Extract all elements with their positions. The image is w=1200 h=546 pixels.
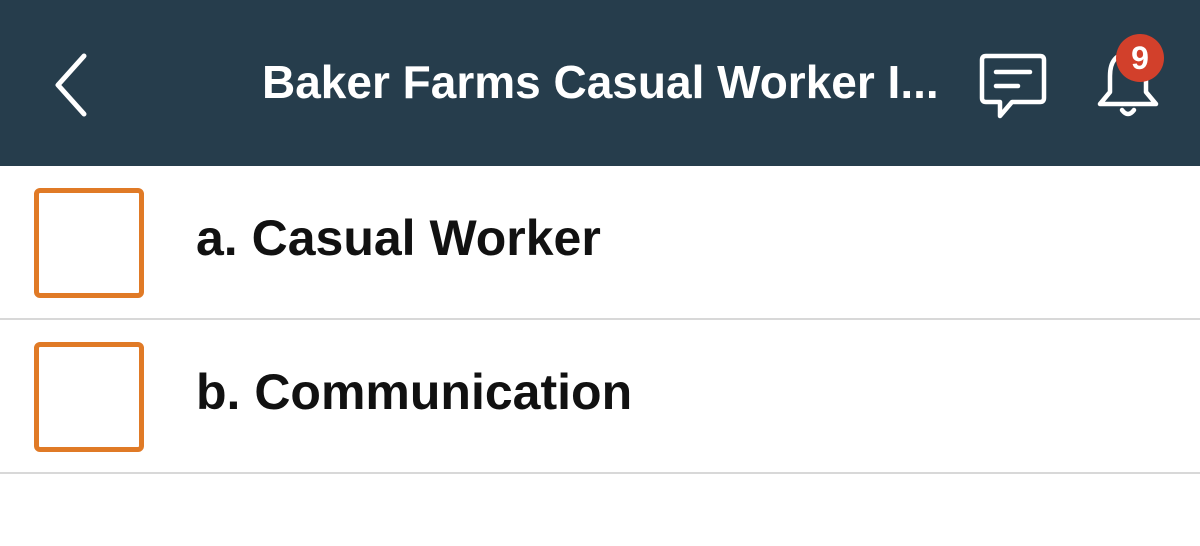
checkbox[interactable] <box>34 342 144 452</box>
page-title: Baker Farms Casual Worker I... <box>262 56 939 108</box>
list-item-label: a. Casual Worker <box>196 210 601 266</box>
list-item[interactable]: a. Casual Worker <box>0 166 1200 320</box>
back-button[interactable] <box>40 40 110 130</box>
messages-button[interactable] <box>976 48 1050 122</box>
notification-count-badge: 9 <box>1116 34 1164 82</box>
top-app-bar: Baker Farms Casual Worker I... 9 <box>0 0 1200 166</box>
checkbox[interactable] <box>34 188 144 298</box>
list-item-label: b. Communication <box>196 364 633 420</box>
chat-bubble-icon <box>979 53 1047 119</box>
list-item[interactable]: b. Communication <box>0 320 1200 474</box>
chevron-left-icon <box>55 53 87 117</box>
